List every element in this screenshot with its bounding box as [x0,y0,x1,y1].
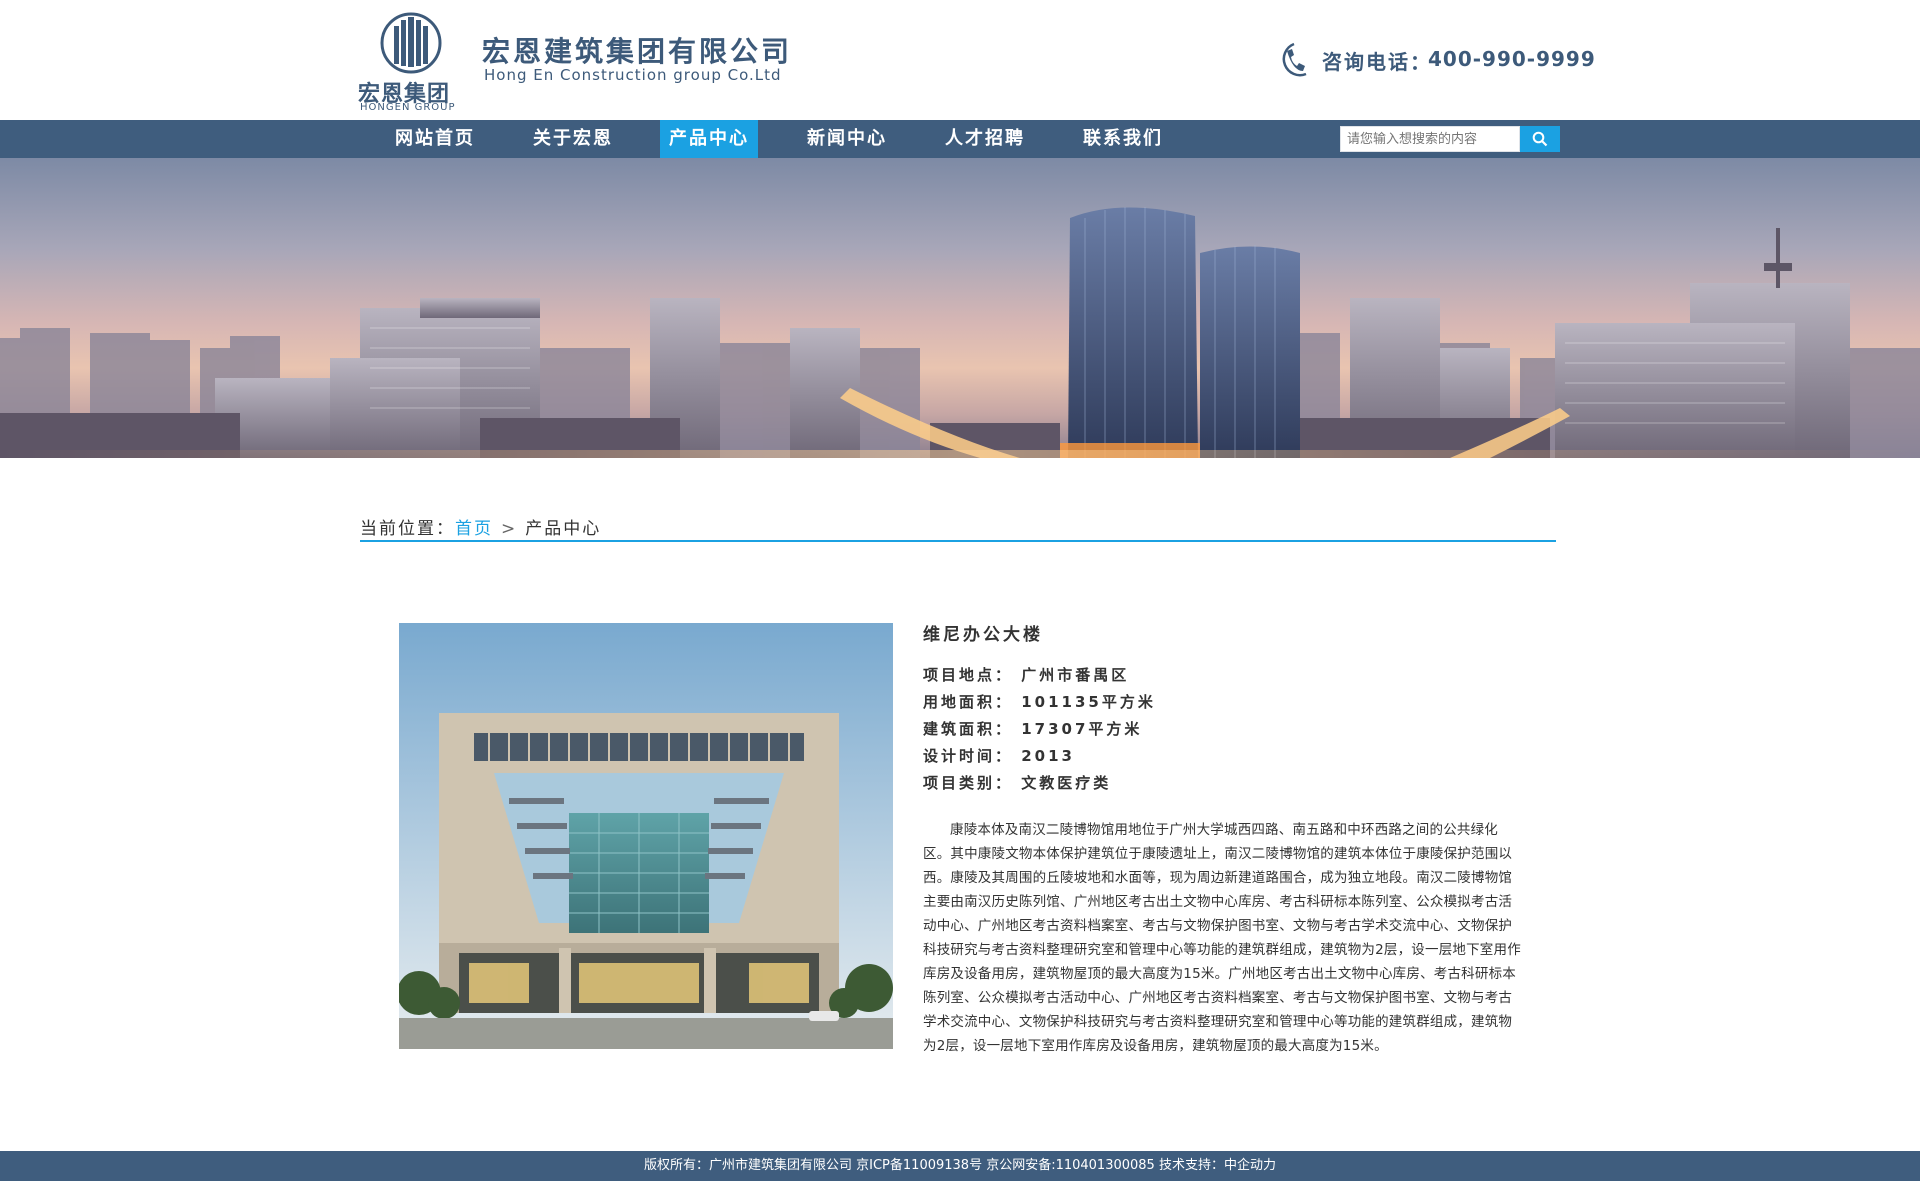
product-description: 康陵本体及南汉二陵博物馆用地位于广州大学城西四路、南五路和中环西路之间的公共绿化… [923,822,1521,1054]
phone-label: 咨询电话： [1322,50,1432,74]
company-logo[interactable]: 宏恩集团 HONGEN GROUP [358,12,466,113]
nav-item-news[interactable]: 新闻中心 [798,120,896,158]
logo-english-name: HONGEN GROUP [360,102,456,113]
breadcrumb: 当前位置：首页 > 产品中心 [360,514,601,539]
nav-item-products[interactable]: 产品中心 [660,120,758,158]
city-banner-image [0,158,1920,458]
search-input[interactable] [1340,126,1520,152]
nav-item-about[interactable]: 关于宏恩 [524,120,622,158]
attr-category: 项目类别： 文教医疗类 [923,774,1112,792]
product-title: 维尼办公大楼 [923,625,1043,645]
main-nav: 网站首页 关于宏恩 产品中心 新闻中心 人才招聘 联系我们 [0,120,1920,158]
attr-design-year: 设计时间： 2013 [923,747,1075,765]
site-header: 宏恩集团 HONGEN GROUP 宏恩建筑集团有限公司 Hong En Con… [0,0,1920,120]
breadcrumb-separator: > [501,519,518,539]
attr-floor-area: 建筑面积： 17307平方米 [923,720,1143,738]
search-button[interactable] [1520,126,1560,152]
breadcrumb-prefix: 当前位置： [360,519,455,539]
site-footer: 版权所有：广州市建筑集团有限公司 京ICP备11009138号 京公网安备:11… [0,1151,1920,1181]
breadcrumb-divider [360,540,1556,542]
nav-item-home[interactable]: 网站首页 [386,120,484,158]
company-name-en: Hong En Construction group Co.Ltd [484,66,782,84]
search-icon [1532,131,1548,147]
breadcrumb-home-link[interactable]: 首页 [455,519,493,539]
logo-emblem-icon [380,12,442,74]
nav-item-careers[interactable]: 人才招聘 [936,120,1034,158]
breadcrumb-current: 产品中心 [525,519,602,539]
nav-item-contact[interactable]: 联系我们 [1074,120,1172,158]
attr-land-area: 用地面积： 101135平方米 [923,693,1156,711]
phone-number[interactable]: 400-990-9999 [1428,47,1596,71]
attr-location: 项目地点： 广州市番禺区 [923,666,1130,684]
product-image [399,623,893,1049]
company-name-cn: 宏恩建筑集团有限公司 [482,35,793,68]
phone-icon [1282,42,1307,77]
